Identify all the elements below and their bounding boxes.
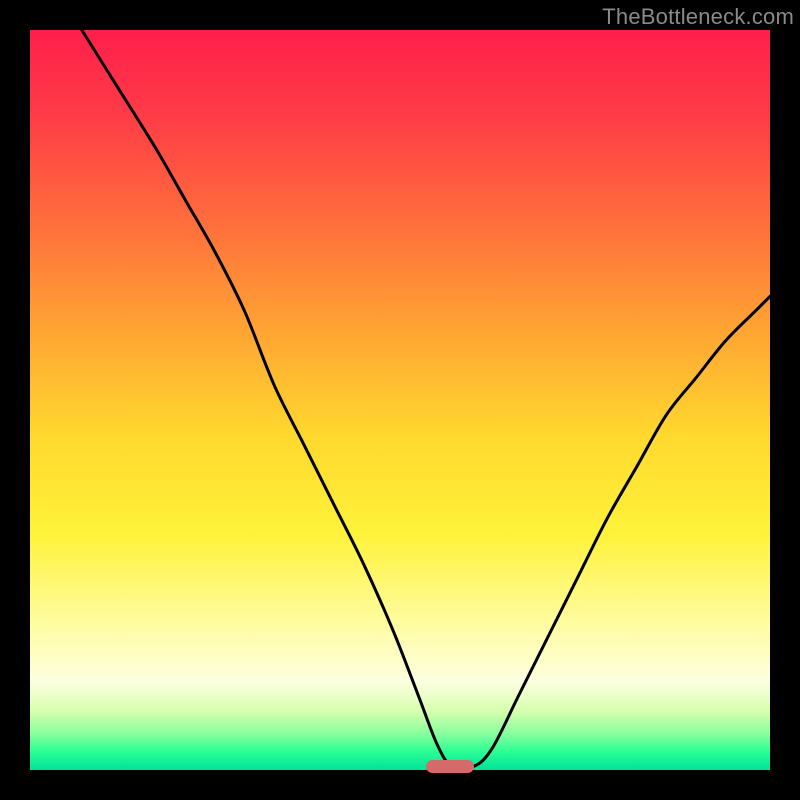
plot-area [30, 30, 770, 770]
chart-frame: TheBottleneck.com [0, 0, 800, 800]
watermark-text: TheBottleneck.com [602, 4, 794, 30]
bottleneck-curve [30, 30, 770, 770]
minimum-marker [426, 760, 474, 773]
